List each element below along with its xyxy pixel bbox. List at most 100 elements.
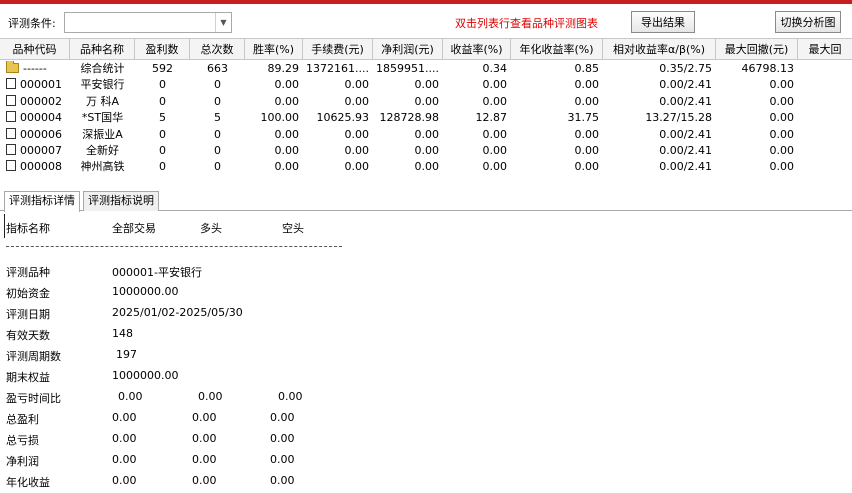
metric-detail-panel: 指标名称 全部交易 多头 空头 评测品种 000001-平安银行 初始资金 10… xyxy=(0,212,852,493)
switch-chart-button[interactable]: 切换分析图 xyxy=(775,11,841,33)
table-cell xyxy=(798,127,852,143)
results-table[interactable]: 品种代码 品种名称 盈利数 总次数 胜率(%) 手续费(元) 净利润(元) 收益… xyxy=(0,38,852,184)
table-cell: 综合统计 xyxy=(80,62,125,75)
table-cell: 0.00 xyxy=(574,94,600,108)
metric-all: 0.00 xyxy=(112,453,137,466)
table-cell: 128728.98 xyxy=(379,111,440,125)
table-cell: 0.85 xyxy=(574,62,600,75)
detail-header-all: 全部交易 xyxy=(112,222,156,235)
table-row[interactable]: 000002 万 科A 0 0 0.00 0.00 0.00 0.00 0.00 0.00/2.4… xyxy=(0,94,852,110)
info-label: 有效天数 xyxy=(6,329,50,342)
table-cell: 000006 xyxy=(0,127,70,143)
table-row[interactable]: 000004 *ST国华 5 5 100.00 10625.93 128728.98 12.8… xyxy=(0,110,852,126)
table-cell: 89.29 xyxy=(267,62,300,75)
export-results-button[interactable]: 导出结果 xyxy=(631,11,695,33)
detail-header-long: 多头 xyxy=(200,222,222,235)
table-cell: 0 xyxy=(214,78,221,92)
col-header-win-rate[interactable]: 胜率(%) xyxy=(245,39,303,60)
detail-tabs: 评测指标详情 评测指标说明 xyxy=(0,191,852,212)
info-label: 期末权益 xyxy=(6,371,50,384)
table-cell: 0 xyxy=(159,78,166,92)
table-cell xyxy=(798,61,852,77)
table-cell: 0.00 xyxy=(769,127,795,141)
table-cell: 0 xyxy=(214,160,221,174)
col-header-max-more[interactable]: 最大回 xyxy=(798,39,852,60)
cell-text: ------ xyxy=(23,62,47,75)
table-cell: 0 xyxy=(159,144,166,157)
table-cell: 0 xyxy=(214,94,221,108)
table-row[interactable]: ------ 综合统计 592 663 89.29 1372161.... 1859951.… xyxy=(0,61,852,77)
table-cell: 31.75 xyxy=(567,111,600,125)
table-cell: 0.34 xyxy=(482,62,508,75)
table-cell: 0.00 xyxy=(344,78,370,92)
table-cell: 0.00 xyxy=(344,160,370,174)
metric-all: 0.00 xyxy=(112,432,137,445)
table-cell xyxy=(798,143,852,159)
table-cell: 0.00 xyxy=(769,94,795,108)
col-header-code[interactable]: 品种代码 xyxy=(0,39,70,60)
table-cell xyxy=(798,110,852,126)
col-header-name[interactable]: 品种名称 xyxy=(70,39,135,60)
col-header-relative-return[interactable]: 相对收益率α/β(%) xyxy=(603,39,716,60)
metric-long: 0.00 xyxy=(192,474,217,487)
metric-long: 0.00 xyxy=(192,411,217,424)
col-header-net-profit[interactable]: 净利润(元) xyxy=(373,39,443,60)
table-cell: 神州高铁 xyxy=(80,160,125,174)
cell-text: 000008 xyxy=(20,160,62,174)
filter-combobox[interactable]: ▼ xyxy=(64,12,232,33)
filter-label: 评测条件: xyxy=(8,17,56,30)
col-header-trades[interactable]: 总次数 xyxy=(190,39,245,60)
col-header-fee[interactable]: 手续费(元) xyxy=(303,39,373,60)
table-row[interactable]: 000001 平安银行 0 0 0.00 0.00 0.00 0.00 0.00 0.00/2.4… xyxy=(0,77,852,93)
table-cell: 0.00 xyxy=(769,144,795,157)
col-header-annual-return[interactable]: 年化收益率(%) xyxy=(511,39,603,60)
table-cell: 0 xyxy=(214,127,221,141)
table-cell: 0 xyxy=(214,144,221,157)
cell-text: 000006 xyxy=(20,127,62,141)
table-cell: 0.00/2.41 xyxy=(659,160,712,174)
col-header-return[interactable]: 收益率(%) xyxy=(443,39,511,60)
col-header-wins[interactable]: 盈利数 xyxy=(135,39,190,60)
table-cell xyxy=(798,94,852,110)
table-cell: 全新好 xyxy=(86,144,119,157)
table-cell: 0.00/2.41 xyxy=(659,144,712,157)
document-icon xyxy=(6,94,16,106)
info-label: 初始资金 xyxy=(6,287,50,300)
info-value: 2025/01/02-2025/05/30 xyxy=(112,306,243,319)
chevron-down-icon[interactable]: ▼ xyxy=(215,13,231,32)
tab-metric-description[interactable]: 评测指标说明 xyxy=(83,191,159,211)
table-cell: 13.27/15.28 xyxy=(645,111,712,125)
tab-metric-details[interactable]: 评测指标详情 xyxy=(4,191,80,212)
column-divider xyxy=(4,214,5,238)
info-value: 1000000.00 xyxy=(112,369,179,382)
detail-header-name: 指标名称 xyxy=(6,222,50,235)
metric-all: 0.00 xyxy=(112,474,137,487)
col-header-max-drawdown[interactable]: 最大回撤(元) xyxy=(716,39,798,60)
document-icon xyxy=(6,144,16,155)
table-cell: 0.00 xyxy=(274,78,300,92)
table-cell xyxy=(798,159,852,175)
toolbar: 评测条件: ▼ 双击列表行查看品种评测图表 导出结果 切换分析图 xyxy=(0,4,852,38)
table-cell: 0.00 xyxy=(344,144,370,157)
table-cell: 0.00 xyxy=(344,127,370,141)
cell-text: 000007 xyxy=(20,144,62,157)
table-cell: 0.00 xyxy=(482,78,508,92)
table-cell: 0.00 xyxy=(414,144,440,157)
table-cell: 0.00 xyxy=(482,94,508,108)
info-value: 148 xyxy=(112,327,133,340)
table-cell: 0.00 xyxy=(414,127,440,141)
table-row[interactable]: 000008 神州高铁 0 0 0.00 0.00 0.00 0.00 0.00 0.00/2.4… xyxy=(0,159,852,175)
table-row[interactable]: 000007 全新好 0 0 0.00 0.00 0.00 0.00 0.00 0.00/2.41… xyxy=(0,143,852,159)
table-cell: 0.00 xyxy=(574,78,600,92)
cell-text: 000002 xyxy=(20,94,62,108)
table-cell: 0.00/2.41 xyxy=(659,78,712,92)
document-icon xyxy=(6,127,16,139)
table-cell: 0.00 xyxy=(274,160,300,174)
table-cell: 0.35/2.75 xyxy=(659,62,712,75)
table-cell: 0.00 xyxy=(482,144,508,157)
metric-all: 0.00 xyxy=(118,390,143,403)
table-row[interactable]: 000006 深振业A 0 0 0.00 0.00 0.00 0.00 0.00 0.00/2.4… xyxy=(0,127,852,143)
table-cell: 10625.93 xyxy=(316,111,370,125)
document-icon xyxy=(6,160,16,172)
table-cell: 46798.13 xyxy=(741,62,795,75)
